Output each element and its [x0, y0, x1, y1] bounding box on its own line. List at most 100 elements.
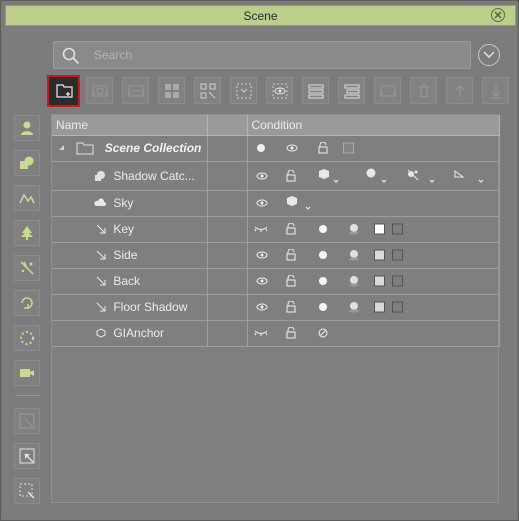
anchor-cube-icon — [96, 328, 106, 338]
cube-icon[interactable] — [318, 168, 338, 184]
move-down-button[interactable] — [482, 77, 509, 104]
camera-button[interactable] — [14, 360, 40, 386]
table-row[interactable]: Scene Collection — [52, 135, 500, 162]
unlock-icon[interactable] — [286, 301, 296, 313]
select-icon — [19, 413, 35, 429]
unlock-icon[interactable] — [286, 275, 296, 287]
eye-icon[interactable] — [256, 198, 268, 208]
shadow-color-swatch[interactable] — [391, 275, 403, 287]
shadow-icon[interactable] — [348, 249, 360, 261]
unlock-icon[interactable] — [318, 142, 328, 154]
shadow-icon[interactable] — [348, 223, 360, 235]
visibility-dot-icon[interactable] — [256, 143, 266, 153]
shadow-color-swatch[interactable] — [391, 301, 403, 313]
table-row[interactable]: GIAnchor — [52, 320, 500, 347]
camera-view-button[interactable] — [86, 77, 113, 104]
name-column-header[interactable]: Name — [52, 115, 208, 136]
marquee-button[interactable] — [14, 478, 40, 504]
cube-icon[interactable] — [286, 195, 312, 211]
new-collection-button[interactable] — [47, 75, 80, 107]
group-button[interactable] — [194, 77, 221, 104]
light-color-swatch[interactable] — [373, 249, 385, 261]
ae-button[interactable] — [374, 77, 401, 104]
cloud-icon — [94, 198, 106, 207]
select-region-button[interactable] — [230, 77, 257, 104]
scene-panel-body: Name Condition Scene Collection — [5, 27, 516, 518]
disabled-icon[interactable] — [318, 328, 328, 338]
row-label: Sky — [113, 196, 134, 211]
search-box[interactable] — [53, 41, 471, 69]
condition-column-header[interactable]: Condition — [247, 115, 500, 136]
light-color-swatch[interactable] — [373, 301, 385, 313]
shadow-icon[interactable] — [348, 301, 360, 313]
new-collection-icon — [56, 84, 73, 98]
move-up-button[interactable] — [446, 77, 473, 104]
search-icon — [62, 47, 80, 65]
pick-button[interactable] — [14, 443, 40, 469]
search-input[interactable] — [94, 46, 454, 64]
layer-list-button[interactable] — [302, 77, 329, 104]
eye-icon[interactable] — [256, 171, 268, 181]
select-button[interactable] — [14, 408, 40, 434]
terrain-button[interactable] — [14, 185, 40, 211]
table-row[interactable]: Sky — [52, 190, 500, 217]
eye-icon[interactable] — [256, 302, 268, 312]
visibility-icon — [272, 83, 288, 99]
delete-button[interactable] — [410, 77, 437, 104]
unlock-icon[interactable] — [286, 223, 296, 235]
scene-tree-table: Name Condition Scene Collection Shadow C… — [52, 115, 500, 347]
light-arrow-icon — [96, 225, 106, 234]
light-dot-icon[interactable] — [318, 224, 328, 234]
props-button[interactable] — [14, 150, 40, 176]
chevron-down-icon — [483, 51, 495, 59]
unlock-icon[interactable] — [286, 327, 296, 339]
blank-column-header[interactable] — [207, 115, 248, 136]
particle-icon — [20, 261, 34, 275]
tree-button[interactable] — [14, 220, 40, 246]
select-region-icon — [236, 83, 252, 99]
export-button[interactable] — [122, 77, 149, 104]
table-row[interactable]: Back — [52, 268, 500, 295]
particle-button[interactable] — [14, 255, 40, 281]
camera-view-icon — [92, 85, 108, 97]
shadow-color-swatch[interactable] — [391, 249, 403, 261]
person-icon — [21, 121, 33, 135]
shadow-color-swatch[interactable] — [391, 223, 403, 235]
eye-icon[interactable] — [256, 276, 268, 286]
eye-icon[interactable] — [286, 143, 298, 153]
light-color-swatch[interactable] — [373, 223, 385, 235]
unlock-icon[interactable] — [286, 249, 296, 261]
row-label: Shadow Catc... — [113, 168, 195, 183]
motion-button[interactable] — [14, 290, 40, 316]
color-swatch[interactable] — [342, 142, 354, 154]
light-dot-icon[interactable] — [318, 302, 328, 312]
shadow-icon[interactable] — [348, 275, 360, 287]
grid-button[interactable] — [158, 77, 185, 104]
eye-icon[interactable] — [256, 250, 268, 260]
unlock-icon[interactable] — [286, 169, 296, 182]
table-row[interactable]: Floor Shadow — [52, 294, 500, 321]
table-row[interactable]: Side — [52, 242, 500, 269]
light-dot-icon[interactable] — [318, 250, 328, 260]
eye-closed-icon[interactable] — [254, 328, 268, 338]
options-menu-button[interactable] — [478, 44, 500, 66]
layer-stack-button[interactable] — [338, 77, 365, 104]
title-bar[interactable]: Scene — [5, 5, 516, 26]
collapse-arrow-icon[interactable] — [58, 144, 66, 152]
window-title: Scene — [243, 9, 278, 23]
move-down-icon — [491, 85, 501, 99]
light-color-swatch[interactable] — [373, 275, 385, 287]
slope-icon[interactable] — [453, 168, 487, 184]
person-button[interactable] — [14, 115, 40, 141]
close-icon[interactable] — [491, 8, 505, 22]
row-label: Floor Shadow — [113, 300, 188, 315]
loading-button[interactable] — [14, 325, 40, 351]
visibility-button[interactable] — [266, 77, 293, 104]
sphere-icon[interactable] — [366, 168, 388, 184]
move-up-icon — [455, 85, 465, 97]
eye-closed-icon[interactable] — [254, 224, 268, 234]
table-row[interactable]: Shadow Catc... — [52, 161, 500, 191]
table-row[interactable]: Key — [52, 216, 500, 243]
shadow-light-icon[interactable] — [406, 168, 436, 184]
light-dot-icon[interactable] — [318, 276, 328, 286]
